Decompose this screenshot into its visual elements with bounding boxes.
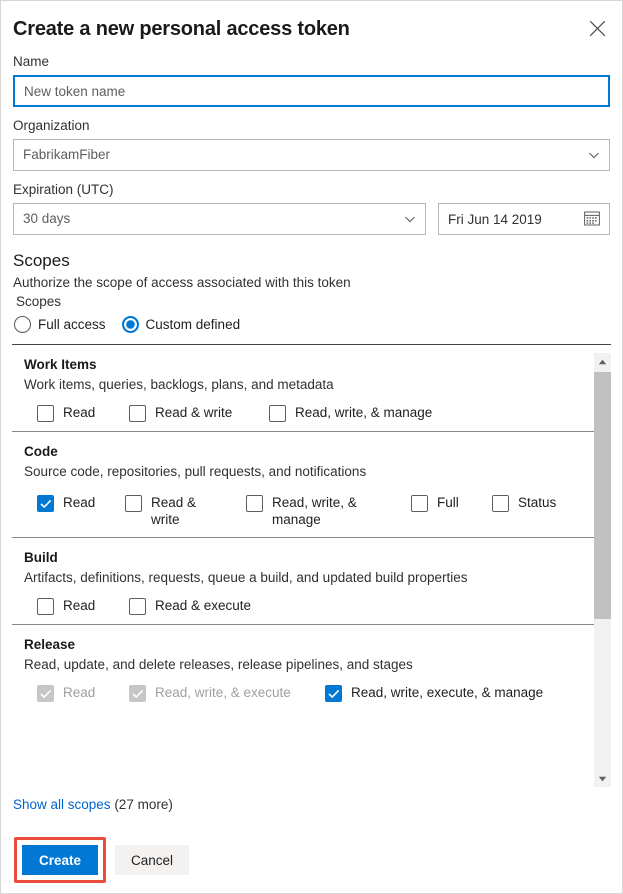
token-form: Name New token name Organization Fabrika…: [1, 53, 622, 235]
calendar-icon[interactable]: [584, 210, 600, 229]
scope-group-description: Source code, repositories, pull requests…: [24, 464, 367, 479]
checkbox-icon: [492, 495, 509, 512]
scope-group-name: Code: [24, 444, 58, 459]
checkbox-icon: [129, 598, 146, 615]
radio-full-access[interactable]: Full access: [14, 316, 106, 333]
show-all-scopes-link[interactable]: Show all scopes: [13, 797, 111, 812]
scroll-down-arrow-icon[interactable]: [594, 770, 611, 787]
checkbox-label: Read, write, & manage: [295, 405, 433, 420]
checkbox-label: Read: [63, 405, 96, 420]
scope-group-build: Build Artifacts, definitions, requests, …: [12, 537, 594, 624]
scopes-list-container: Work Items Work items, queries, backlogs…: [12, 344, 611, 787]
checkbox-code-read-write[interactable]: Read & write: [125, 494, 246, 528]
checkbox-release-read[interactable]: Read: [37, 684, 129, 702]
chevron-down-icon: [404, 213, 416, 225]
checkbox-icon: [246, 495, 263, 512]
show-all-scopes-row: Show all scopes (27 more): [1, 787, 622, 814]
scope-options: Read Read & execute: [24, 597, 594, 615]
expiration-row: 30 days Fri Jun 14 2019: [13, 203, 610, 235]
checkbox-icon-disabled-checked: [37, 685, 54, 702]
organization-label: Organization: [13, 118, 90, 133]
name-input[interactable]: New token name: [13, 75, 610, 107]
scrollbar-thumb[interactable]: [594, 372, 611, 619]
scope-group-name: Release: [24, 637, 76, 652]
scope-group-code: Code Source code, repositories, pull req…: [12, 431, 594, 537]
checkbox-label: Read: [63, 495, 96, 510]
scopes-scroll-viewport: Work Items Work items, queries, backlogs…: [12, 345, 594, 787]
checkbox-icon: [129, 405, 146, 422]
organization-value: FabrikamFiber: [23, 147, 111, 163]
checkbox-build-read[interactable]: Read: [37, 597, 129, 615]
checkbox-icon-checked: [325, 685, 342, 702]
radio-icon: [14, 316, 31, 333]
checkbox-label: Read, write, & manage: [272, 495, 357, 527]
scope-group-release: Release Read, update, and delete release…: [12, 624, 594, 711]
cancel-button[interactable]: Cancel: [115, 845, 190, 875]
scopes-subtitle: Authorize the scope of access associated…: [13, 275, 351, 290]
checkbox-label: Status: [518, 495, 557, 510]
scopes-legend: Scopes: [16, 294, 62, 309]
close-icon[interactable]: [584, 15, 610, 41]
scope-options: Read Read & write Read, write, & manage: [24, 494, 594, 528]
scopes-header: Scopes Authorize the scope of access ass…: [1, 249, 622, 333]
checkbox-icon-disabled-checked: [129, 685, 146, 702]
scroll-up-arrow-icon[interactable]: [594, 353, 611, 370]
checkbox-icon: [37, 598, 54, 615]
expiration-date-value: Fri Jun 14 2019: [448, 211, 542, 227]
checkbox-build-read-execute[interactable]: Read & execute: [129, 597, 251, 615]
checkbox-label: Read & write: [151, 495, 197, 527]
checkbox-icon: [37, 405, 54, 422]
checkbox-icon: [125, 495, 142, 512]
checkbox-release-read-write-execute[interactable]: Read, write, & execute: [129, 684, 325, 702]
scopes-title: Scopes: [13, 251, 70, 270]
checkbox-code-read[interactable]: Read: [37, 494, 125, 512]
scopes-radio-group: Full access Custom defined: [13, 316, 610, 333]
scope-options: Read Read & write Read, write, & manage: [24, 404, 594, 422]
checkbox-work-items-read-write[interactable]: Read & write: [129, 404, 269, 422]
checkbox-icon: [411, 495, 428, 512]
scope-group-description: Artifacts, definitions, requests, queue …: [24, 570, 468, 585]
checkbox-label: Full: [437, 495, 459, 510]
dialog-header: Create a new personal access token: [1, 1, 622, 43]
checkbox-label: Read: [63, 685, 96, 700]
scope-group-work-items: Work Items Work items, queries, backlogs…: [12, 345, 594, 431]
checkbox-label: Read & write: [155, 405, 233, 420]
name-label: Name: [13, 54, 50, 69]
expiration-value: 30 days: [23, 211, 71, 227]
chevron-down-icon: [588, 149, 600, 161]
radio-label: Custom defined: [145, 317, 241, 332]
checkbox-release-read-write-execute-manage[interactable]: Read, write, execute, & manage: [325, 684, 543, 702]
scopes-scrollbar[interactable]: [594, 353, 611, 787]
checkbox-label: Read & execute: [155, 598, 252, 613]
scope-group-description: Read, update, and delete releases, relea…: [24, 657, 413, 672]
organization-select[interactable]: FabrikamFiber: [13, 139, 610, 171]
checkbox-work-items-read[interactable]: Read: [37, 404, 129, 422]
checkbox-icon-checked: [37, 495, 54, 512]
expiration-label: Expiration (UTC): [13, 182, 114, 197]
create-pat-dialog: Create a new personal access token Name …: [0, 0, 623, 894]
scope-group-name: Build: [24, 550, 58, 565]
radio-custom-defined[interactable]: Custom defined: [121, 316, 241, 333]
checkbox-icon: [269, 405, 286, 422]
scope-group-name: Work Items: [24, 357, 97, 372]
scope-options: Read Read, write, & execute Read, write,…: [24, 684, 594, 702]
radio-label: Full access: [38, 317, 106, 332]
checkbox-label: Read, write, & execute: [155, 685, 291, 700]
radio-icon-selected: [121, 316, 139, 333]
expiration-select[interactable]: 30 days: [13, 203, 426, 235]
show-all-scopes-count: (27 more): [110, 797, 173, 812]
checkbox-label: Read, write, execute, & manage: [351, 685, 544, 700]
expiration-date-input[interactable]: Fri Jun 14 2019: [438, 203, 610, 235]
checkbox-code-full[interactable]: Full: [411, 494, 492, 512]
checkbox-work-items-read-write-manage[interactable]: Read, write, & manage: [269, 404, 432, 422]
page-title: Create a new personal access token: [13, 18, 350, 40]
checkbox-code-status[interactable]: Status: [492, 494, 556, 512]
dialog-actions: Create Cancel: [1, 827, 622, 893]
create-button[interactable]: Create: [22, 845, 99, 875]
create-button-highlight: Create: [14, 837, 107, 883]
scope-group-description: Work items, queries, backlogs, plans, an…: [24, 377, 334, 392]
checkbox-code-read-write-manage[interactable]: Read, write, & manage: [246, 494, 411, 528]
checkbox-label: Read: [63, 598, 96, 613]
